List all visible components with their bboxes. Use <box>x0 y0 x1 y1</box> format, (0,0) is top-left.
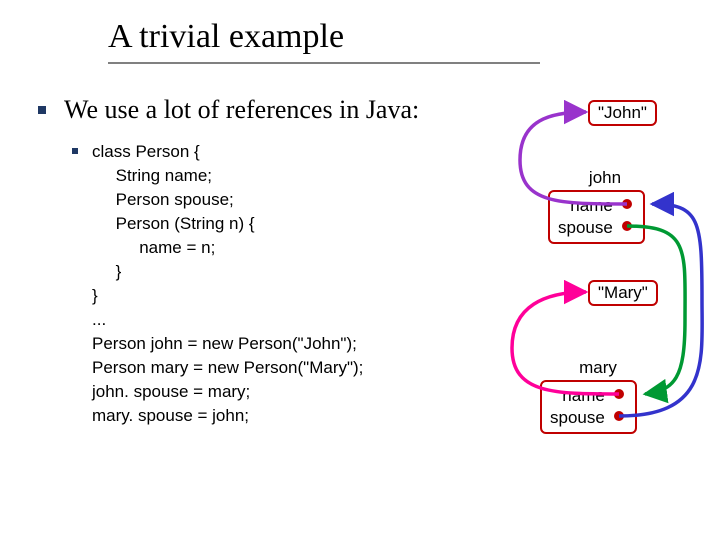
dot-icon <box>614 411 624 421</box>
bullet-text: We use a lot of references in Java: <box>64 94 419 126</box>
slide-title: A trivial example <box>108 18 720 56</box>
object-diagram: "John" john name spouse "Mary" mary name… <box>510 100 710 490</box>
mary-spouse-field: spouse <box>550 407 605 429</box>
title-block: A trivial example <box>0 0 720 64</box>
dot-icon <box>622 221 632 231</box>
mary-name-field: name <box>550 385 605 407</box>
mary-string-box: "Mary" <box>588 280 658 306</box>
mary-object-label: mary <box>558 358 638 378</box>
john-name-field: name <box>558 195 613 217</box>
dot-icon <box>614 389 624 399</box>
john-object-label: john <box>565 168 645 188</box>
code-block: class Person { String name; Person spous… <box>92 140 363 428</box>
john-object-box: name spouse <box>548 190 645 244</box>
john-string-box: "John" <box>588 100 657 126</box>
square-bullet-icon <box>38 106 46 114</box>
square-bullet-icon <box>72 148 78 154</box>
mary-object-box: name spouse <box>540 380 637 434</box>
dot-icon <box>622 199 632 209</box>
john-spouse-field: spouse <box>558 217 613 239</box>
